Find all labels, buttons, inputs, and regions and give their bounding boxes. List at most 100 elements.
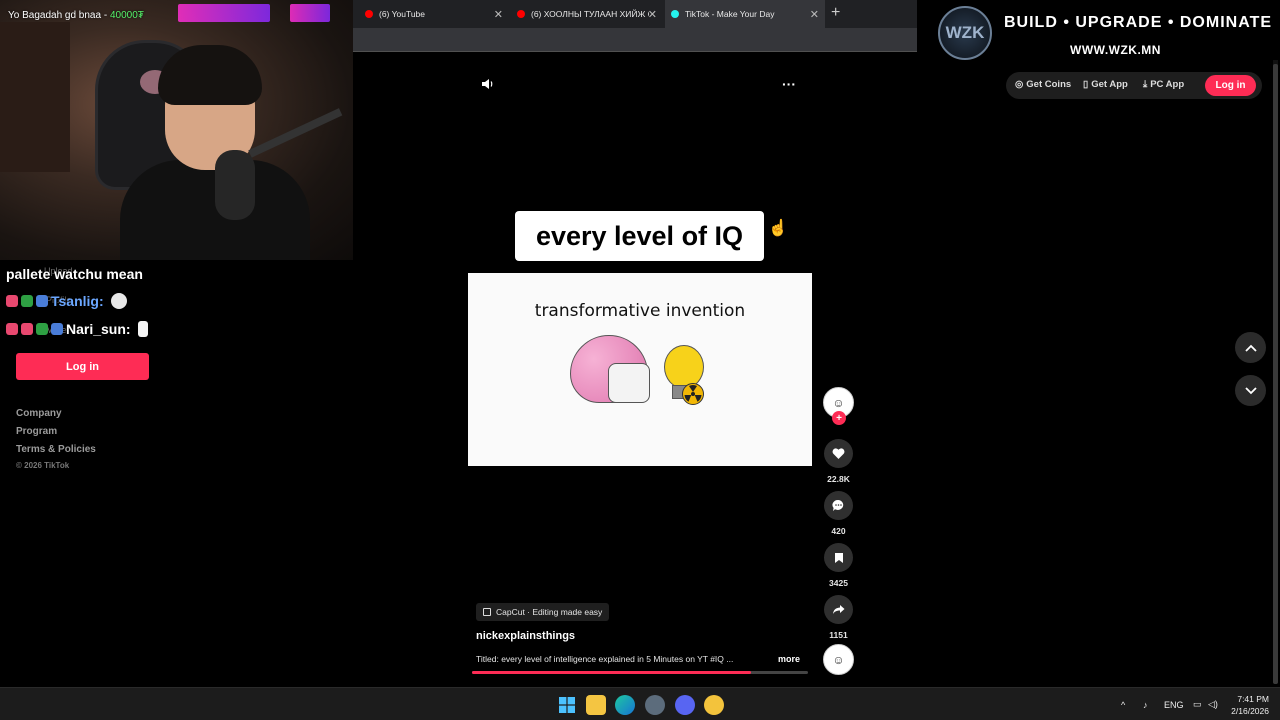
previous-video-button[interactable]	[1235, 332, 1266, 363]
donation-amount: 40000₮	[109, 10, 144, 21]
file-explorer-icon[interactable]	[586, 695, 606, 715]
tab-youtube[interactable]: (6) YouTube ✕	[359, 0, 509, 28]
tab-tiktok[interactable]: TikTok - Make Your Day ✕	[665, 0, 825, 28]
scrollbar-thumb[interactable]	[1273, 64, 1278, 684]
save-button[interactable]	[824, 543, 853, 572]
terms-link[interactable]: Terms & Policies	[16, 444, 96, 455]
language-indicator[interactable]: ENG	[1164, 688, 1184, 720]
mic-arm	[248, 108, 343, 158]
follow-button[interactable]: +	[832, 411, 846, 425]
chevron-up-icon	[1244, 344, 1257, 352]
clock-date: 2/16/2026	[1231, 706, 1269, 716]
emote-icon	[110, 293, 127, 309]
close-icon[interactable]: ✕	[810, 8, 819, 21]
video-description: Titled: every level of intelligence expl…	[476, 654, 734, 664]
browser-tab-strip: (6) YouTube ✕ (6) ХООЛНЫ ТУЛААН ХИЙЖ ОРО…	[353, 0, 917, 28]
get-app-button[interactable]: ▯ Get App	[1083, 79, 1128, 90]
tab-youtube-video[interactable]: (6) ХООЛНЫ ТУЛААН ХИЙЖ ОРО ✕	[511, 0, 663, 28]
system-clock[interactable]: 7:41 PM 2/16/2026	[1225, 693, 1269, 717]
next-video-button[interactable]	[1235, 375, 1266, 406]
program-link[interactable]: Program	[16, 426, 57, 437]
pin-badge-icon	[6, 323, 18, 335]
get-coins-label: Get Coins	[1026, 79, 1072, 90]
comment-icon	[832, 499, 844, 511]
clock-time: 7:41 PM	[1237, 694, 1269, 704]
lightbulb-illustration	[664, 345, 704, 389]
tab-label: (6) ХООЛНЫ ТУЛААН ХИЙЖ ОРО	[531, 9, 649, 19]
phone-icon: ▯	[1083, 79, 1089, 90]
sub-badge-icon	[21, 295, 33, 307]
radiation-icon	[682, 383, 704, 405]
webcam-feed: Yo Bagadah gd bnaa - 40000₮	[0, 0, 353, 260]
chat-username: Nari_sun:	[66, 321, 131, 337]
close-icon[interactable]: ✕	[648, 8, 657, 21]
more-button[interactable]: more	[778, 654, 800, 664]
video-caption: every level of IQ	[515, 211, 764, 261]
settings-gear-icon[interactable]	[645, 695, 665, 715]
comment-button[interactable]	[824, 491, 853, 520]
shelf	[0, 22, 70, 172]
youtube-icon	[517, 10, 525, 18]
tray-chevron-icon[interactable]: ^	[1121, 688, 1125, 720]
pc-app-label: PC App	[1150, 79, 1185, 90]
windows-icon	[559, 697, 575, 713]
close-icon[interactable]: ✕	[494, 8, 503, 21]
banner-slogan: BUILD • UPGRADE • DOMINATE	[1004, 14, 1273, 31]
video-frame-title: transformative invention	[534, 301, 746, 321]
company-link[interactable]: Company	[16, 408, 62, 419]
network-icon[interactable]: ▭	[1193, 688, 1202, 720]
share-icon	[833, 605, 845, 614]
capcut-anchor[interactable]: CapCut · Editing made easy	[476, 603, 610, 621]
microphone-icon[interactable]: ♪	[1143, 688, 1148, 720]
app-icon[interactable]	[704, 695, 724, 715]
discord-icon[interactable]	[675, 695, 695, 715]
edge-icon[interactable]	[615, 695, 635, 715]
volume-icon[interactable]: ◁)	[1208, 688, 1218, 720]
pc-app-button[interactable]: ⤓ PC App	[1143, 79, 1184, 90]
chat-message: Nari_sun:	[6, 321, 148, 337]
chat-message: pallete watchu mean	[6, 266, 143, 282]
streamer-hair	[158, 45, 262, 105]
microphone	[215, 150, 255, 220]
address-bar[interactable]	[353, 28, 917, 52]
header-login-button[interactable]: Log in	[1205, 75, 1256, 96]
heart-badge-icon	[21, 323, 33, 335]
capcut-label: CapCut · Editing made easy	[496, 607, 603, 617]
sidebar-login-button[interactable]: Log in	[16, 353, 149, 380]
get-coins-button[interactable]: ◎ Get Coins	[1015, 79, 1071, 90]
like-count: 22.8K	[827, 474, 850, 484]
download-icon: ⤓	[1143, 79, 1148, 90]
share-button[interactable]	[824, 595, 853, 624]
page-scrollbar[interactable]	[1273, 60, 1278, 684]
heart-icon	[832, 447, 845, 459]
new-tab-button[interactable]: +	[831, 4, 840, 22]
video-progress-fill	[472, 671, 751, 674]
star-badge-icon	[36, 295, 48, 307]
sound-disc-avatar[interactable]: ☺	[823, 644, 854, 675]
tiktok-icon	[671, 10, 679, 18]
comment-count: 420	[831, 526, 846, 536]
video-progress-bar[interactable]	[472, 671, 808, 674]
banner-url: WWW.WZK.MN	[1070, 43, 1161, 57]
sub-badge-icon	[36, 323, 48, 335]
start-button[interactable]	[557, 695, 577, 715]
more-options-icon[interactable]: ···	[782, 76, 796, 92]
chat-message: Tsanlig:	[6, 293, 127, 309]
star-badge-icon	[51, 323, 63, 335]
chat-username: Tsanlig:	[51, 293, 104, 309]
tab-label: TikTok - Make Your Day	[685, 9, 775, 19]
author-name[interactable]: nickexplainsthings	[476, 630, 575, 642]
emote-icon	[137, 321, 148, 337]
hand-cursor-icon: ☝	[768, 220, 788, 237]
youtube-icon	[365, 10, 373, 18]
speaker-icon[interactable]	[481, 77, 495, 94]
chat-text: pallete watchu mean	[6, 266, 143, 282]
video-player[interactable]: transformative invention	[468, 273, 812, 466]
led-light	[178, 4, 270, 22]
like-button[interactable]	[824, 439, 853, 468]
get-app-label: Get App	[1091, 79, 1128, 90]
donation-message: Yo Bagadah gd bnaa -	[8, 10, 110, 21]
capcut-icon	[483, 608, 491, 616]
windows-taskbar: ^ ♪ ENG ▭ ◁) 7:41 PM 2/16/2026	[0, 687, 1280, 720]
led-light	[290, 4, 330, 22]
